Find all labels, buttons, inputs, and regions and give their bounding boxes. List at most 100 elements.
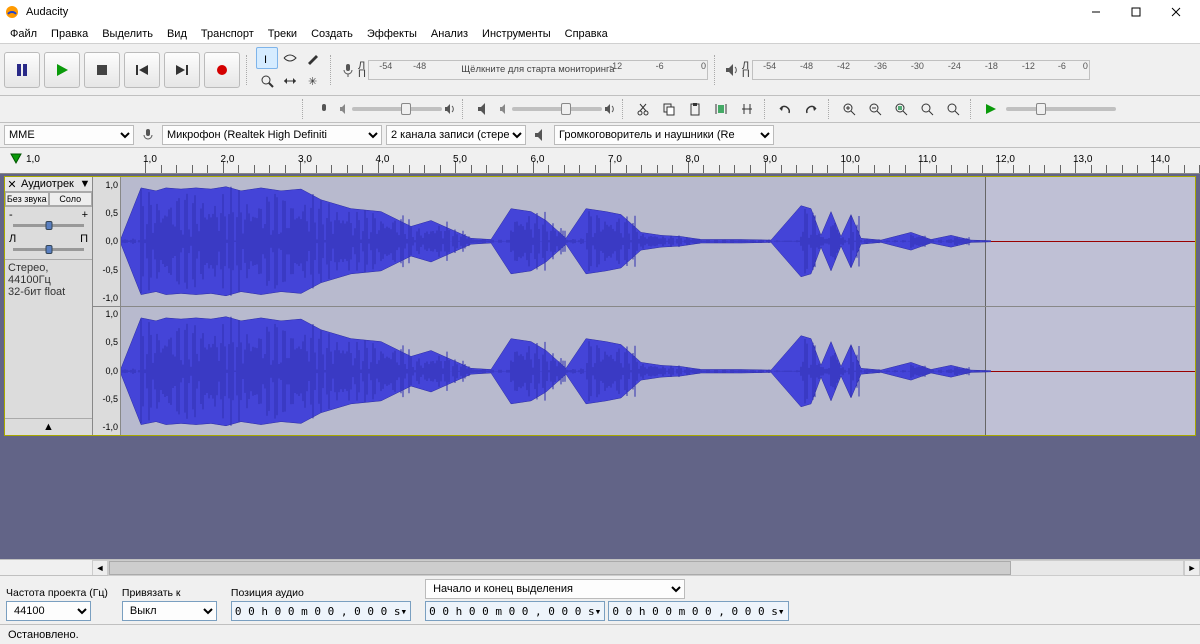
solo-button[interactable]: Соло xyxy=(49,192,93,206)
silence-button[interactable] xyxy=(736,98,758,120)
zoom-selection-button[interactable] xyxy=(890,98,912,120)
audio-host-select[interactable]: MME xyxy=(4,125,134,145)
selection-start-field[interactable]: 0 0 h 0 0 m 0 0 , 0 0 0 s▾ xyxy=(425,601,605,621)
waveform xyxy=(121,307,991,436)
multi-tool[interactable]: ✳ xyxy=(302,70,324,92)
redo-button[interactable] xyxy=(800,98,822,120)
menu-help[interactable]: Справка xyxy=(559,26,614,42)
playhead-icon[interactable] xyxy=(9,152,23,166)
project-rate-label: Частота проекта (Гц) xyxy=(6,587,108,599)
play-speed-slider[interactable] xyxy=(1006,107,1116,111)
paste-button[interactable] xyxy=(684,98,706,120)
close-button[interactable] xyxy=(1156,0,1196,24)
stop-button[interactable] xyxy=(84,52,120,88)
channel-right[interactable]: 1,0 0,5 0,0 -0,5 -1,0 xyxy=(93,307,1195,436)
undo-button[interactable] xyxy=(774,98,796,120)
cut-button[interactable] xyxy=(632,98,654,120)
mic-icon xyxy=(138,125,158,145)
track-waveform-area[interactable]: 1,0 0,5 0,0 -0,5 -1,0 1,0 0,5 0,0 -0,5 -… xyxy=(93,177,1195,435)
selection-end-field[interactable]: 0 0 h 0 0 m 0 0 , 0 0 0 s▾ xyxy=(608,601,788,621)
track-close-button[interactable]: ✕ xyxy=(5,178,19,191)
minimize-button[interactable] xyxy=(1076,0,1116,24)
selection-mode-select[interactable]: Начало и конец выделения xyxy=(425,579,685,599)
ruler-start-label: 1,0 xyxy=(26,154,40,165)
timeline-ruler[interactable]: 1,0 1,02,03,04,05,06,07,08,09,010,011,01… xyxy=(0,148,1200,174)
playback-toggle[interactable] xyxy=(472,98,494,120)
gain-slider[interactable] xyxy=(13,224,84,227)
separator xyxy=(246,55,250,85)
speaker-icon xyxy=(724,62,740,78)
envelope-tool[interactable] xyxy=(279,47,301,69)
pause-button[interactable] xyxy=(4,52,40,88)
play-button[interactable] xyxy=(44,52,80,88)
menu-file[interactable]: Файл xyxy=(4,26,43,42)
snap-select[interactable]: Выкл xyxy=(122,601,217,621)
zoom-in-button[interactable] xyxy=(838,98,860,120)
scroll-right-button[interactable]: ► xyxy=(1184,560,1200,576)
menu-analyze[interactable]: Анализ xyxy=(425,26,474,42)
menubar: Файл Правка Выделить Вид Транспорт Треки… xyxy=(0,24,1200,44)
svg-text:✳: ✳ xyxy=(308,76,317,88)
copy-button[interactable] xyxy=(658,98,680,120)
pan-slider[interactable] xyxy=(13,248,84,251)
zoom-fit-button[interactable] xyxy=(916,98,938,120)
tracks-area[interactable]: ✕ Аудиотрек ▼ Без звука Соло -+ ЛП Стере… xyxy=(0,174,1200,559)
trim-button[interactable] xyxy=(710,98,732,120)
output-device-select[interactable]: Громкоговоритель и наушники (Re xyxy=(554,125,774,145)
playback-meter[interactable]: ЛП -54 -48 -42 -36 -30 -24 -18 -12 -6 0 xyxy=(724,60,1090,80)
menu-select[interactable]: Выделить xyxy=(96,26,159,42)
skip-end-button[interactable] xyxy=(164,52,200,88)
menu-edit[interactable]: Правка xyxy=(45,26,94,42)
draw-tool[interactable] xyxy=(302,47,324,69)
selection-tool[interactable]: I xyxy=(256,47,278,69)
separator xyxy=(714,55,718,85)
playthrough-toggle[interactable] xyxy=(312,98,334,120)
selection-toolbar: Частота проекта (Гц) 44100 Привязать к В… xyxy=(0,575,1200,624)
project-rate-select[interactable]: 44100 xyxy=(6,601,91,621)
play-at-speed-button[interactable] xyxy=(980,98,1002,120)
maximize-button[interactable] xyxy=(1116,0,1156,24)
meter-click-text: Щёлкните для старта мониторинга xyxy=(369,61,707,79)
meter-lr: ЛП xyxy=(742,62,750,78)
menu-generate[interactable]: Создать xyxy=(305,26,359,42)
record-button[interactable] xyxy=(204,52,240,88)
window-title: Audacity xyxy=(26,6,1076,18)
track-format-info: Стерео, 44100Гц 32-бит float xyxy=(5,260,92,300)
timeshift-tool[interactable] xyxy=(279,70,301,92)
skip-start-button[interactable] xyxy=(124,52,160,88)
zoom-toggle-button[interactable] xyxy=(942,98,964,120)
input-channels-select[interactable]: 2 канала записи (стерео xyxy=(386,125,526,145)
record-volume-slider[interactable] xyxy=(338,103,456,115)
horizontal-scrollbar[interactable]: ◄ ► xyxy=(0,559,1200,575)
scroll-thumb[interactable] xyxy=(109,561,1011,575)
record-meter-scale[interactable]: -54 -48 -12 -6 0 Щёлкните для старта мон… xyxy=(368,60,708,80)
separator xyxy=(764,99,768,119)
menu-effects[interactable]: Эффекты xyxy=(361,26,423,42)
track-collapse-button[interactable]: ▲ xyxy=(5,418,92,435)
menu-view[interactable]: Вид xyxy=(161,26,193,42)
menu-tools[interactable]: Инструменты xyxy=(476,26,557,42)
input-device-select[interactable]: Микрофон (Realtek High Definiti xyxy=(162,125,382,145)
playback-meter-scale[interactable]: -54 -48 -42 -36 -30 -24 -18 -12 -6 0 xyxy=(752,60,1090,80)
waveform xyxy=(121,177,991,306)
separator xyxy=(622,99,626,119)
separator xyxy=(970,99,974,119)
separator xyxy=(828,99,832,119)
zoom-out-button[interactable] xyxy=(864,98,886,120)
track-name[interactable]: Аудиотрек xyxy=(19,177,78,191)
meter-lr: ЛП xyxy=(358,62,366,78)
mute-button[interactable]: Без звука xyxy=(5,192,49,206)
audio-position-field[interactable]: 0 0 h 0 0 m 0 0 , 0 0 0 s▾ xyxy=(231,601,411,621)
speaker-max-icon xyxy=(444,103,456,115)
channel-left[interactable]: 1,0 0,5 0,0 -0,5 -1,0 xyxy=(93,177,1195,307)
zoom-tool[interactable] xyxy=(256,70,278,92)
menu-tracks[interactable]: Треки xyxy=(262,26,303,42)
mic-icon xyxy=(340,62,356,78)
track-menu-button[interactable]: ▼ xyxy=(78,178,92,190)
scroll-left-button[interactable]: ◄ xyxy=(92,560,108,576)
menu-transport[interactable]: Транспорт xyxy=(195,26,260,42)
amplitude-axis: 1,0 0,5 0,0 -0,5 -1,0 xyxy=(93,177,121,306)
scroll-trough[interactable] xyxy=(108,560,1184,576)
playback-volume-slider[interactable] xyxy=(498,103,616,115)
record-meter[interactable]: ЛП -54 -48 -12 -6 0 Щёлкните для старта … xyxy=(340,60,708,80)
